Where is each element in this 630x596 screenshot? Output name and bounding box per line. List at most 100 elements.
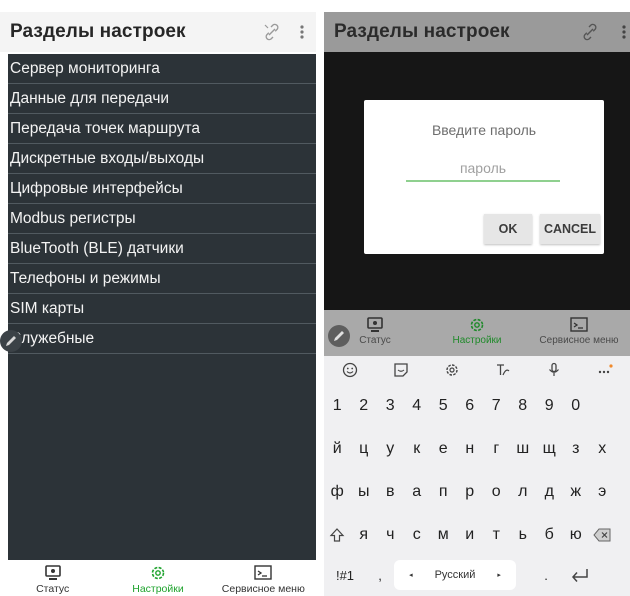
handwriting-icon [496, 364, 509, 376]
key-letter[interactable]: й [324, 428, 351, 470]
space-language-label: Русский [434, 569, 476, 581]
app-bar-dimmed: Разделы настроек [324, 12, 630, 52]
key-letter[interactable]: о [483, 471, 510, 513]
key-letter[interactable]: с [404, 514, 431, 556]
password-dialog: Введите пароль OK CANCEL [364, 100, 604, 254]
overflow-menu-icon [622, 25, 626, 39]
key-letter[interactable]: я [351, 514, 378, 556]
key-letter[interactable]: р [457, 471, 484, 513]
emoji-icon [342, 362, 357, 378]
key-letter[interactable]: м [430, 514, 457, 556]
key-letter[interactable]: х [589, 428, 616, 470]
terminal-icon [570, 317, 588, 332]
kb-handwriting[interactable] [477, 356, 528, 384]
nav-settings[interactable]: Настройки [105, 560, 210, 596]
gear-icon [151, 566, 165, 580]
settings-screen: Разделы настроек Сервер мониторинга Данн… [0, 0, 316, 596]
mic-icon [548, 362, 559, 376]
pencil-icon [6, 336, 16, 346]
backspace-icon [593, 528, 611, 542]
key-1[interactable]: 1 [324, 386, 351, 426]
key-letter[interactable]: к [404, 428, 431, 470]
key-0[interactable]: 0 [563, 386, 590, 426]
comma-key[interactable]: , [366, 556, 394, 594]
kb-more[interactable] [579, 356, 630, 384]
key-4[interactable]: 4 [404, 386, 431, 426]
key-letter[interactable]: б [536, 514, 563, 556]
menu-item-phones-modes[interactable]: Телефоны и режимы [8, 264, 316, 294]
key-letter[interactable]: л [510, 471, 537, 513]
keyboard-number-row: 1 2 3 4 5 6 7 8 9 0 [324, 386, 630, 426]
kb-settings[interactable] [426, 356, 477, 384]
shift-key[interactable] [324, 514, 351, 556]
key-letter[interactable]: щ [536, 428, 563, 470]
menu-item-discrete-io[interactable]: Дискретные входы/выходы [8, 144, 316, 174]
key-letter[interactable]: ш [510, 428, 537, 470]
key-letter[interactable]: е [430, 428, 457, 470]
key-letter[interactable]: ь [510, 514, 537, 556]
backspace-key[interactable] [589, 514, 616, 556]
menu-item-modbus-registers[interactable]: Modbus регистры [8, 204, 316, 234]
cancel-button[interactable]: CANCEL [540, 214, 600, 244]
edit-button[interactable] [0, 330, 22, 352]
kb-voice[interactable] [528, 356, 579, 384]
pencil-icon [334, 331, 344, 341]
kb-emoji[interactable] [324, 356, 375, 384]
enter-key[interactable] [560, 556, 600, 594]
key-letter[interactable]: ж [563, 471, 590, 513]
key-6[interactable]: 6 [457, 386, 484, 426]
keyboard-letter-row-3: я ч с м и т ь б ю [324, 514, 630, 556]
kb-sticker[interactable] [375, 356, 426, 384]
key-7[interactable]: 7 [483, 386, 510, 426]
menu-item-sim-cards[interactable]: SIM карты [8, 294, 316, 324]
symbols-key[interactable]: !#1 [324, 556, 366, 594]
space-key[interactable]: ◂ Русский ▸ [394, 560, 516, 590]
enter-icon [571, 569, 588, 582]
nav-service-menu-label: Сервисное меню [221, 583, 305, 595]
key-9[interactable]: 9 [536, 386, 563, 426]
key-letter[interactable]: ч [377, 514, 404, 556]
menu-item-monitoring-server[interactable]: Сервер мониторинга [8, 54, 316, 84]
key-letter[interactable]: э [589, 471, 616, 513]
key-letter[interactable]: в [377, 471, 404, 513]
ok-button[interactable]: OK [484, 214, 532, 244]
key-letter[interactable]: д [536, 471, 563, 513]
nav-status[interactable]: Статус [0, 560, 105, 596]
key-letter[interactable]: у [377, 428, 404, 470]
keyboard-letter-row-1: й ц у к е н г ш щ з х [324, 428, 630, 470]
key-letter[interactable]: п [430, 471, 457, 513]
monitor-icon [367, 317, 383, 332]
menu-item-service[interactable]: Служебные [8, 324, 316, 354]
period-key[interactable]: . [532, 556, 560, 594]
keyboard-bottom-row: !#1 , ◂ Русский ▸ . [324, 556, 630, 594]
keyboard-toolbar [324, 356, 630, 384]
key-letter[interactable]: ы [351, 471, 378, 513]
password-input[interactable] [406, 156, 560, 182]
overflow-menu-icon[interactable] [298, 22, 306, 42]
menu-item-ble-sensors[interactable]: BlueTooth (BLE) датчики [8, 234, 316, 264]
nav-settings-label: Настройки [132, 583, 184, 595]
key-letter[interactable]: т [483, 514, 510, 556]
key-letter[interactable]: з [563, 428, 590, 470]
key-3[interactable]: 3 [377, 386, 404, 426]
menu-item-digital-interfaces[interactable]: Цифровые интерфейсы [8, 174, 316, 204]
key-letter[interactable]: н [457, 428, 484, 470]
key-letter[interactable]: ц [351, 428, 378, 470]
page-title: Разделы настроек [10, 21, 186, 42]
bottom-navigation: Статус Настройки Сервисное меню [0, 560, 316, 596]
menu-item-transmit-data[interactable]: Данные для передачи [8, 84, 316, 114]
key-2[interactable]: 2 [351, 386, 378, 426]
nav-service-menu[interactable]: Сервисное меню [211, 560, 316, 596]
key-letter[interactable]: а [404, 471, 431, 513]
key-5[interactable]: 5 [430, 386, 457, 426]
key-letter[interactable]: г [483, 428, 510, 470]
nav-service-menu: Сервисное меню [528, 310, 630, 356]
key-letter[interactable]: и [457, 514, 484, 556]
dialog-title: Введите пароль [431, 122, 537, 138]
menu-item-route-points[interactable]: Передача точек маршрута [8, 114, 316, 144]
key-letter[interactable]: ф [324, 471, 351, 513]
page-title-dimmed: Разделы настроек [334, 21, 510, 42]
key-letter[interactable]: ю [563, 514, 590, 556]
key-8[interactable]: 8 [510, 386, 537, 426]
link-icon[interactable] [262, 22, 282, 42]
